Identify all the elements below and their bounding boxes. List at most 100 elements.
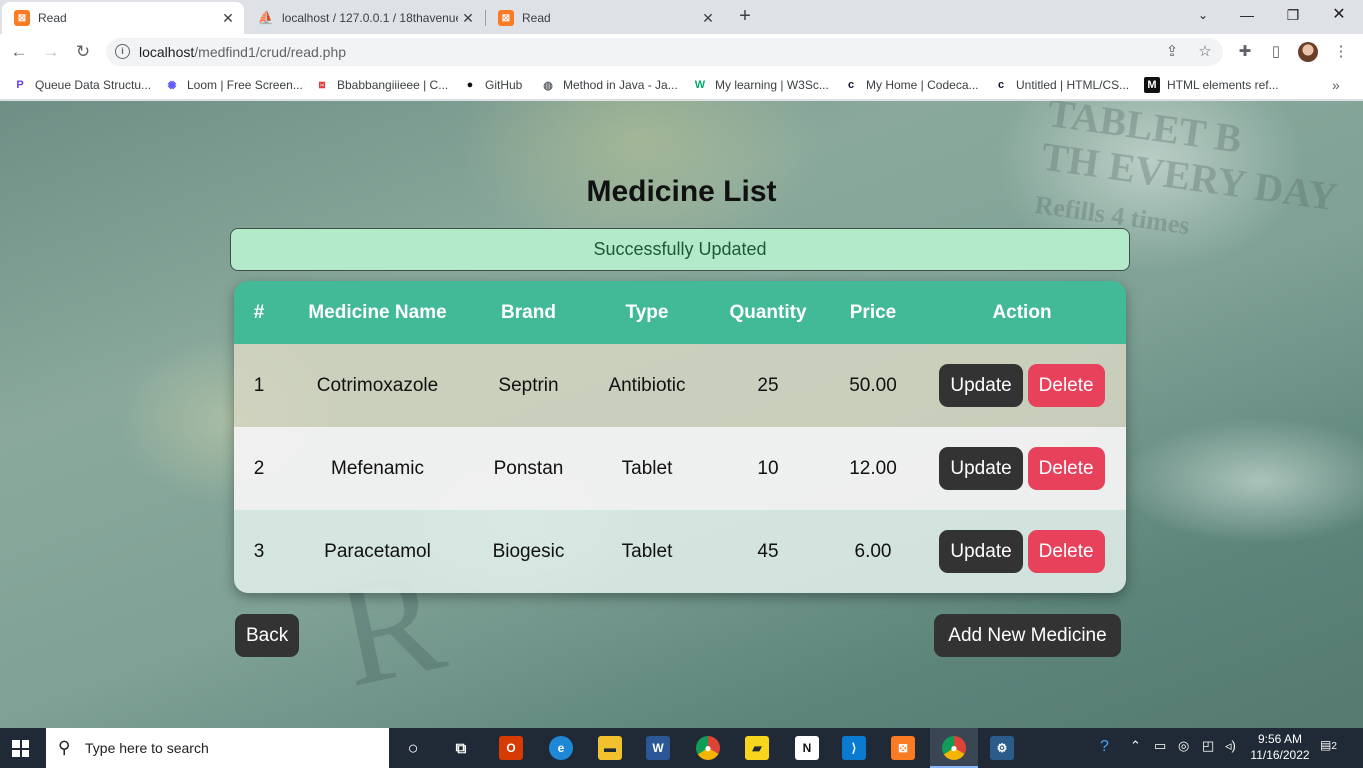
header-price: Price bbox=[849, 301, 897, 323]
delete-button[interactable]: Delete bbox=[1027, 364, 1105, 407]
taskbar-search[interactable]: ⚲ Type here to search bbox=[46, 728, 389, 768]
table-row: 3 Paracetamol Biogesic Tablet 45 6.00 Up… bbox=[234, 510, 1126, 593]
system-clock[interactable]: 9:56 AM 11/16/2022 bbox=[1248, 731, 1312, 763]
tab-search-chevron-icon[interactable]: ⌄ bbox=[1180, 0, 1226, 30]
wifi-icon[interactable]: ◰ bbox=[1202, 738, 1214, 754]
new-tab-button[interactable]: + bbox=[734, 5, 756, 27]
bookmark-label: Method in Java - Ja... bbox=[563, 78, 678, 92]
bookmark-item[interactable]: W My learning | W3Sc... bbox=[692, 77, 829, 93]
close-window-button[interactable]: ✕ bbox=[1316, 0, 1362, 30]
phpmyadmin-icon: ⛵ bbox=[257, 10, 275, 25]
minimize-button[interactable]: — bbox=[1224, 0, 1270, 30]
mysql-workbench-icon[interactable]: ⚙ bbox=[990, 736, 1014, 760]
file-explorer-icon[interactable]: ▬ bbox=[598, 736, 622, 760]
share-icon[interactable]: ⇪ bbox=[1163, 43, 1181, 61]
reload-icon[interactable]: ↻ bbox=[71, 40, 95, 64]
back-arrow-icon[interactable]: ← bbox=[7, 40, 31, 64]
bookmark-label: Queue Data Structu... bbox=[35, 78, 152, 92]
close-tab-icon[interactable]: ✕ bbox=[698, 10, 718, 27]
back-button[interactable]: Back bbox=[235, 614, 300, 657]
network-icon[interactable]: ◎ bbox=[1178, 738, 1189, 754]
tab-read-active[interactable]: ⊠ Read ✕ bbox=[2, 2, 244, 34]
windows-start-icon[interactable] bbox=[12, 740, 29, 757]
office-icon[interactable]: O bbox=[499, 736, 523, 760]
more-bookmarks-icon[interactable]: » bbox=[1332, 77, 1340, 93]
cell-medicine-name: Mefenamic bbox=[331, 457, 424, 479]
menu-kebab-icon[interactable]: ⋮ bbox=[1330, 41, 1352, 63]
cell-price: 6.00 bbox=[854, 540, 892, 562]
update-button[interactable]: Update bbox=[939, 530, 1023, 573]
side-panel-icon[interactable]: ▯ bbox=[1265, 41, 1287, 63]
header-action: Action bbox=[992, 301, 1052, 323]
w3schools-icon: W bbox=[694, 79, 706, 91]
bookmark-item[interactable]: ◍ Method in Java - Ja... bbox=[540, 77, 678, 93]
battery-icon[interactable]: ▭ bbox=[1154, 738, 1166, 754]
bookmark-label: Untitled | HTML/CS... bbox=[1016, 78, 1130, 92]
bookmark-item[interactable]: c Untitled | HTML/CS... bbox=[993, 77, 1129, 93]
bookmark-label: Loom | Free Screen... bbox=[187, 78, 303, 92]
bookmark-item[interactable]: ● GitHub bbox=[462, 77, 523, 93]
bookmark-item[interactable]: c My Home | Codeca... bbox=[843, 77, 979, 93]
bookmarks-bar: P Queue Data Structu... ✺ Loom | Free Scre… bbox=[0, 70, 1363, 100]
url-host: localhost bbox=[139, 44, 195, 60]
cell-number: 3 bbox=[253, 540, 265, 562]
bookmark-item[interactable]: M HTML elements ref... bbox=[1144, 77, 1279, 93]
bookmark-label: GitHub bbox=[485, 78, 523, 92]
xampp-icon: ⊠ bbox=[14, 10, 30, 26]
add-new-medicine-button[interactable]: Add New Medicine bbox=[934, 614, 1121, 657]
url-text[interactable]: localhost/medfind1/crud/read.php bbox=[139, 44, 346, 60]
vscode-icon[interactable]: ⟩ bbox=[842, 736, 866, 760]
tab-title: Read bbox=[38, 11, 67, 25]
tab-strip: ⊠ Read ✕ ⛵ localhost / 127.0.0.1 / 18tha… bbox=[0, 0, 1363, 34]
word-icon[interactable]: W bbox=[646, 736, 670, 760]
bookmark-star-icon[interactable]: ☆ bbox=[1196, 43, 1214, 61]
extensions-icon[interactable]: ✚ bbox=[1234, 41, 1256, 63]
delete-button[interactable]: Delete bbox=[1027, 447, 1105, 490]
github-icon: ● bbox=[466, 79, 474, 91]
cell-actions: Update Delete bbox=[918, 447, 1126, 490]
medicine-table: # Medicine Name Brand Type Quantity Pric… bbox=[234, 281, 1126, 593]
bookmark-icon: P bbox=[16, 79, 24, 91]
tab-title: Read bbox=[522, 11, 551, 25]
tab-phpmyadmin[interactable]: ⛵ localhost / 127.0.0.1 / 18thavenue ✕ bbox=[246, 2, 484, 34]
cortana-icon[interactable]: ○ bbox=[401, 736, 425, 760]
help-icon[interactable]: ? bbox=[1100, 738, 1109, 756]
page-title: Medicine List bbox=[586, 175, 777, 208]
cell-type: Tablet bbox=[621, 457, 673, 479]
tab-title: localhost / 127.0.0.1 / 18thavenue bbox=[282, 11, 458, 25]
update-button[interactable]: Update bbox=[939, 364, 1023, 407]
cell-brand: Biogesic bbox=[492, 540, 565, 562]
close-tab-icon[interactable]: ✕ bbox=[458, 10, 478, 27]
task-view-icon[interactable]: ⧉ bbox=[449, 736, 473, 760]
tab-read[interactable]: ⊠ Read ✕ bbox=[486, 2, 724, 34]
bookmark-label: My Home | Codeca... bbox=[866, 78, 979, 92]
show-hidden-icons-chevron-icon[interactable]: ⌃ bbox=[1130, 738, 1141, 754]
bookmark-item[interactable]: ✺ Loom | Free Screen... bbox=[164, 77, 303, 93]
cell-type: Tablet bbox=[621, 540, 673, 562]
notion-icon[interactable]: N bbox=[795, 736, 819, 760]
bookmark-item[interactable]: P Queue Data Structu... bbox=[12, 77, 151, 93]
codecademy-icon: c bbox=[997, 79, 1005, 91]
update-button[interactable]: Update bbox=[939, 447, 1023, 490]
edge-icon[interactable]: e bbox=[549, 736, 573, 760]
delete-button[interactable]: Delete bbox=[1027, 530, 1105, 573]
cell-number: 1 bbox=[253, 374, 265, 396]
restore-button[interactable]: ❐ bbox=[1270, 0, 1316, 30]
notification-center-icon[interactable]: ▤2 bbox=[1320, 738, 1342, 758]
close-tab-icon[interactable]: ✕ bbox=[218, 10, 238, 27]
site-info-icon[interactable]: i bbox=[115, 44, 130, 59]
volume-icon[interactable]: ◃) bbox=[1225, 738, 1236, 754]
chrome-icon[interactable]: ● bbox=[696, 736, 720, 760]
profile-avatar[interactable] bbox=[1298, 42, 1318, 62]
bookmark-item[interactable]: ⧈ Bbabbangiiieee | C... bbox=[314, 77, 449, 93]
xampp-icon[interactable]: ⊠ bbox=[891, 736, 915, 760]
header-medicine-name: Medicine Name bbox=[308, 301, 447, 323]
chrome-profile-icon[interactable]: ● bbox=[942, 736, 966, 760]
sticky-notes-icon[interactable]: ▰ bbox=[745, 736, 769, 760]
cell-actions: Update Delete bbox=[918, 364, 1126, 407]
forward-arrow-icon[interactable]: → bbox=[39, 40, 63, 64]
codecademy-icon: c bbox=[847, 79, 855, 91]
notification-count: 2 bbox=[1331, 741, 1337, 752]
address-bar[interactable]: i localhost/medfind1/crud/read.php ⇪ ☆ bbox=[106, 38, 1223, 66]
cell-quantity: 10 bbox=[757, 457, 779, 479]
